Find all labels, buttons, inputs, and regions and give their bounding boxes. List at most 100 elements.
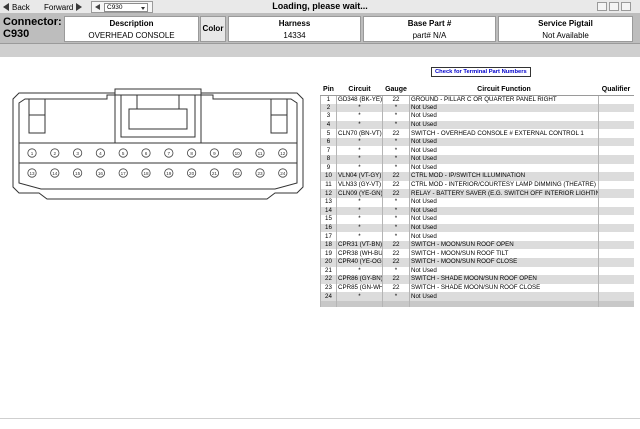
window-control-icon[interactable] — [621, 2, 631, 11]
circuit-function-cell: RELAY - BATTERY SAVER (E.G. SWITCH OFF I… — [409, 189, 599, 198]
circuit-function-cell: Not Used — [409, 103, 599, 113]
qualifier-column-header: Qualifier — [598, 86, 634, 96]
connector-label: Connector: — [3, 16, 62, 28]
pin-cell: 7 — [320, 146, 337, 156]
table-row: 16 * * Not Used — [320, 223, 634, 233]
gauge-cell: 22 — [382, 240, 410, 250]
circuit-cell: VLN33 (GY-VT) — [336, 180, 383, 190]
top-pin-number: 8 — [190, 151, 193, 156]
table-row: 22 CPR86 (GY-BN) 22 SWITCH - SHADE MOON/SUN… — [320, 275, 634, 284]
gauge-cell: * — [382, 120, 410, 130]
pin-cell: 12 — [320, 189, 337, 198]
pin-cell: 8 — [320, 155, 337, 164]
top-pin-number: 5 — [122, 151, 125, 156]
circuit-function-cell: Not Used — [409, 223, 599, 233]
description-heading: Description — [109, 19, 154, 28]
table-footer-cell — [320, 300, 337, 307]
circuit-function-cell: Not Used — [409, 120, 599, 130]
pin-cell: 20 — [320, 257, 337, 267]
service-pigtail-heading: Service Pigtail — [538, 19, 593, 28]
circuit-cell: * — [336, 197, 383, 207]
gauge-cell: * — [382, 206, 410, 216]
qualifier-cell — [598, 223, 634, 233]
description-value: OVERHEAD CONSOLE — [88, 31, 175, 40]
circuit-function-cell: Not Used — [409, 146, 599, 156]
pin-table-header-row: Pin Circuit Gauge Circuit Function Quali… — [320, 86, 634, 96]
qualifier-cell — [598, 120, 634, 130]
window-control-icon[interactable] — [609, 2, 619, 11]
table-row: 17 * * Not Used — [320, 232, 634, 241]
circuit-cell: * — [336, 206, 383, 216]
circuit-function-cell: Not Used — [409, 137, 599, 147]
table-row: 19 CPR38 (WH-BU) 22 SWITCH - MOON/SUN ROOF … — [320, 249, 634, 258]
bottom-pin-row: 13 14 15 16 17 18 19 20 21 22 23 24 — [27, 168, 288, 178]
table-row: 4 * * Not Used — [320, 120, 634, 130]
qualifier-cell — [598, 197, 634, 207]
circuit-column-header: Circuit — [336, 86, 383, 96]
check-terminal-part-numbers-button[interactable]: Check for Terminal Part Numbers — [431, 67, 531, 77]
bottom-pin-number: 17 — [121, 171, 127, 176]
pin-cell: 16 — [320, 223, 337, 233]
bottom-pin-number: 15 — [75, 171, 81, 176]
circuit-function-cell: Not Used — [409, 206, 599, 216]
qualifier-cell — [598, 292, 634, 301]
circuit-cell: * — [336, 223, 383, 233]
circuit-cell: CLN09 (YE-GN) — [336, 189, 383, 198]
circuit-cell: VLN04 (VT-GY) — [336, 172, 383, 181]
gauge-cell: 22 — [382, 249, 410, 258]
gauge-cell: 22 — [382, 275, 410, 284]
pin-cell: 21 — [320, 266, 337, 276]
gauge-cell: * — [382, 215, 410, 224]
gauge-cell: * — [382, 137, 410, 147]
qualifier-cell — [598, 146, 634, 156]
gauge-cell: * — [382, 146, 410, 156]
top-pin-number: 1 — [31, 151, 34, 156]
circuit-function-cell: SWITCH - MOON/SUN ROOF TILT — [409, 249, 599, 258]
circuit-cell: * — [336, 146, 383, 156]
circuit-cell: * — [336, 292, 383, 301]
header-separator-band — [0, 44, 640, 57]
top-pin-number: 12 — [280, 151, 286, 156]
page-footer-area — [0, 418, 640, 429]
bottom-pin-number: 20 — [189, 171, 195, 176]
harness-heading: Harness — [278, 19, 311, 28]
pin-cell: 15 — [320, 215, 337, 224]
gauge-cell: * — [382, 232, 410, 241]
circuit-function-cell: SWITCH - OVERHEAD CONSOLE # EXTERNAL CON… — [409, 129, 599, 138]
pin-table: Pin Circuit Gauge Circuit Function Quali… — [320, 86, 634, 307]
top-pin-number: 4 — [99, 151, 102, 156]
gauge-cell: 22 — [382, 257, 410, 267]
window-control-icon[interactable] — [597, 2, 607, 11]
qualifier-cell — [598, 189, 634, 198]
gauge-cell: * — [382, 112, 410, 121]
table-row: 24 * * Not Used — [320, 292, 634, 301]
service-pigtail-value: Not Available — [542, 31, 589, 40]
circuit-function-cell: Not Used — [409, 266, 599, 276]
loading-status: Loading, please wait... — [272, 1, 368, 11]
pin-cell: 23 — [320, 283, 337, 293]
circuit-cell: GD348 (BK-YE) — [336, 95, 383, 104]
qualifier-cell — [598, 172, 634, 181]
table-row: 13 * * Not Used — [320, 197, 634, 207]
table-footer-row — [320, 300, 634, 307]
base-part-heading: Base Part # — [407, 19, 452, 28]
gauge-cell: * — [382, 266, 410, 276]
bottom-pin-number: 18 — [143, 171, 149, 176]
circuit-cell: CPR38 (WH-BU) — [336, 249, 383, 258]
pin-cell: 24 — [320, 292, 337, 301]
table-footer-cell — [336, 300, 383, 307]
circuit-cell: * — [336, 266, 383, 276]
connector-header: Connector: C930 Description OVERHEAD CON… — [0, 14, 640, 44]
bottom-pin-number: 23 — [257, 171, 263, 176]
circuit-function-cell: Not Used — [409, 292, 599, 301]
qualifier-cell — [598, 95, 634, 104]
gauge-cell: * — [382, 155, 410, 164]
gauge-cell: * — [382, 223, 410, 233]
circuit-cell: * — [336, 112, 383, 121]
qualifier-cell — [598, 180, 634, 190]
pin-cell: 14 — [320, 206, 337, 216]
top-pin-row: 1 2 3 4 5 6 7 8 9 10 11 12 — [27, 148, 288, 158]
table-row: 12 CLN09 (YE-GN) 22 RELAY - BATTERY SAVER (… — [320, 189, 634, 198]
circuit-function-cell: Not Used — [409, 215, 599, 224]
circuit-function-cell: Not Used — [409, 197, 599, 207]
